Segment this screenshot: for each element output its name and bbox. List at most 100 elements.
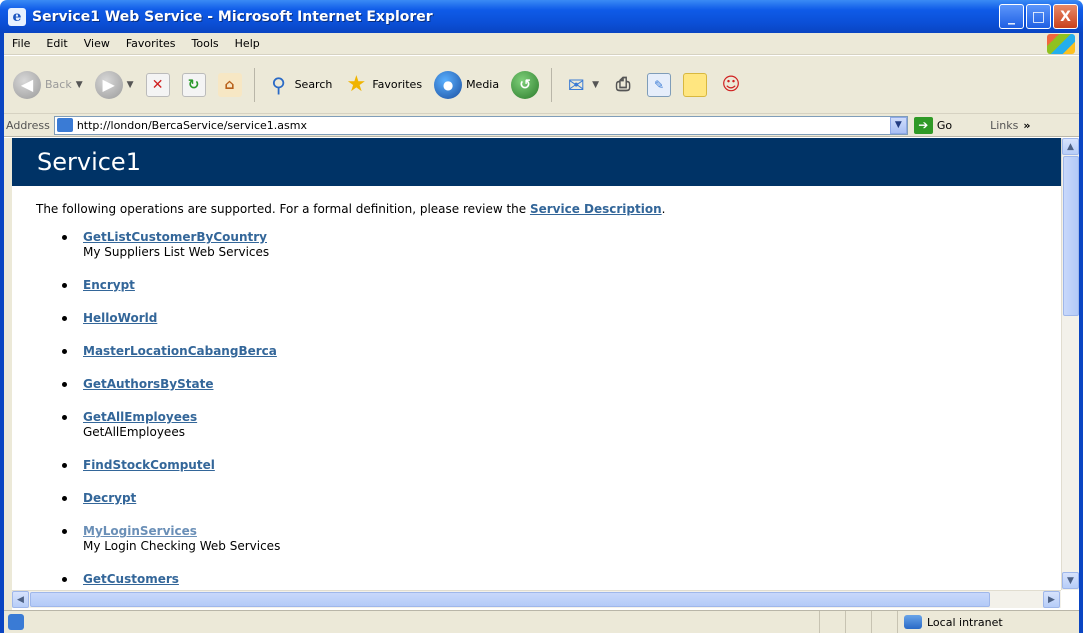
links-toolbar[interactable]: Links <box>990 119 1018 132</box>
media-icon: ● <box>434 70 463 99</box>
page-icon <box>56 118 73 132</box>
operation-item: GetAuthorsByState <box>62 377 1061 391</box>
operation-link[interactable]: MasterLocationCabangBerca <box>83 344 1061 358</box>
back-arrow-icon: ◀ <box>13 70 41 99</box>
toolbar-separator <box>253 67 255 102</box>
status-panel <box>871 611 897 633</box>
chevron-down-icon: ▼ <box>75 79 83 90</box>
address-dropdown-button[interactable]: ▼ <box>889 116 907 134</box>
operation-link[interactable]: Decrypt <box>83 491 1061 505</box>
window-title: Service1 Web Service - Microsoft Interne… <box>32 8 433 25</box>
status-panel <box>845 611 871 633</box>
horizontal-scroll-thumb[interactable] <box>30 592 990 607</box>
print-icon: ⎙ <box>615 74 631 95</box>
operation-link[interactable]: GetAuthorsByState <box>83 377 1061 391</box>
refresh-button[interactable]: ↻ <box>179 71 209 99</box>
menu-file[interactable]: File <box>4 37 38 50</box>
operation-item: GetCustomers <box>62 572 1061 586</box>
edit-button[interactable]: ✎ <box>644 71 674 99</box>
go-arrow-icon: ➔ <box>913 116 933 134</box>
back-label: Back <box>45 78 72 91</box>
security-zone-label: Local intranet <box>927 615 1003 629</box>
operation-link[interactable]: GetListCustomerByCountry <box>83 230 1061 244</box>
messenger-button[interactable]: ☺ <box>716 71 746 99</box>
content-frame-left <box>4 138 12 610</box>
title-bar: e Service1 Web Service - Microsoft Inter… <box>0 0 1083 33</box>
chevron-down-icon: ▼ <box>126 79 134 90</box>
operation-description: My Suppliers List Web Services <box>83 245 270 259</box>
maximize-button[interactable]: □ <box>1026 4 1051 29</box>
search-button[interactable]: ⚲ Search <box>264 71 336 99</box>
home-button[interactable]: ⌂ <box>215 71 245 99</box>
operation-item: GetAllEmployees GetAllEmployees <box>62 410 1061 439</box>
menu-help[interactable]: Help <box>227 37 268 50</box>
address-input[interactable]: http://london/BercaService/service1.asmx… <box>53 115 908 135</box>
intro-sentence: The following operations are supported. … <box>36 202 530 216</box>
service-description-link[interactable]: Service Description <box>530 202 662 216</box>
messenger-icon: ☺ <box>721 74 741 95</box>
standard-toolbar: ◀ Back ▼ ▶ ▼ ✕ ↻ ⌂ ⚲ Search ★ Favorites … <box>4 56 1079 114</box>
operation-link[interactable]: GetAllEmployees <box>83 410 1061 424</box>
operation-link[interactable]: Encrypt <box>83 278 1061 292</box>
operation-link[interactable]: GetCustomers <box>83 572 1061 586</box>
address-bar: Address http://london/BercaService/servi… <box>4 114 1079 137</box>
history-button[interactable]: ↺ <box>508 69 542 101</box>
edit-icon: ✎ <box>647 72 672 97</box>
menu-favorites[interactable]: Favorites <box>118 37 184 50</box>
operation-item: MyLoginServices My Login Checking Web Se… <box>62 524 1061 553</box>
back-button[interactable]: ◀ Back ▼ <box>10 69 86 101</box>
stop-button[interactable]: ✕ <box>143 71 173 99</box>
search-icon: ⚲ <box>271 72 286 97</box>
status-panels: Local intranet <box>819 611 1079 633</box>
discuss-button[interactable] <box>680 71 710 99</box>
operation-item: Decrypt <box>62 491 1061 505</box>
menu-edit[interactable]: Edit <box>38 37 75 50</box>
page-status-icon <box>8 614 24 630</box>
refresh-icon: ↻ <box>181 72 206 97</box>
print-button[interactable]: ⎙ <box>608 71 638 99</box>
media-button[interactable]: ● Media <box>431 69 502 101</box>
stop-icon: ✕ <box>145 72 170 97</box>
horizontal-scrollbar[interactable]: ◀ ▶ <box>12 590 1061 608</box>
favorites-star-icon: ★ <box>346 72 367 97</box>
toolbar-separator <box>551 67 553 102</box>
chevron-right-icon[interactable]: » <box>1023 119 1030 132</box>
home-icon: ⌂ <box>217 72 242 97</box>
scroll-down-button[interactable]: ▼ <box>1062 572 1079 589</box>
operation-item: HelloWorld <box>62 311 1061 325</box>
address-url[interactable]: http://london/BercaService/service1.asmx <box>77 119 890 132</box>
scroll-up-button[interactable]: ▲ <box>1062 138 1079 155</box>
vertical-scrollbar[interactable]: ▲ ▼ <box>1061 138 1079 590</box>
scroll-left-button[interactable]: ◀ <box>12 591 29 608</box>
operation-link[interactable]: HelloWorld <box>83 311 1061 325</box>
operation-link[interactable]: FindStockComputel <box>83 458 1061 472</box>
operation-description: My Login Checking Web Services <box>83 539 281 553</box>
history-icon: ↺ <box>511 70 540 99</box>
favorites-button[interactable]: ★ Favorites <box>341 71 425 99</box>
page-content: Service1 The following operations are su… <box>12 138 1061 590</box>
menu-bar: File Edit View Favorites Tools Help <box>4 33 1079 55</box>
forward-button[interactable]: ▶ ▼ <box>92 69 137 101</box>
intro-period: . <box>661 202 666 216</box>
page-heading-band: Service1 <box>12 138 1061 186</box>
minimize-button[interactable]: _ <box>999 4 1024 29</box>
windows-logo-icon <box>1047 34 1075 54</box>
chevron-down-icon: ▼ <box>592 79 600 90</box>
scroll-right-button[interactable]: ▶ <box>1043 591 1060 608</box>
security-zone[interactable]: Local intranet <box>897 611 1079 633</box>
operation-link[interactable]: MyLoginServices <box>83 524 1061 538</box>
operation-description: GetAllEmployees <box>83 425 185 439</box>
operation-item: Encrypt <box>62 278 1061 292</box>
status-bar: Local intranet <box>4 610 1079 633</box>
close-button[interactable]: X <box>1053 4 1078 29</box>
intro-text: The following operations are supported. … <box>36 202 1061 216</box>
window-frame-right <box>1079 33 1083 633</box>
go-button[interactable]: ➔ Go <box>913 116 952 134</box>
vertical-scroll-thumb[interactable] <box>1063 156 1079 316</box>
intranet-icon <box>904 615 922 629</box>
menu-tools[interactable]: Tools <box>184 37 227 50</box>
mail-button[interactable]: ✉ ▼ <box>561 71 602 99</box>
ie-window-icon[interactable]: e <box>8 7 26 26</box>
mail-icon: ✉ <box>567 72 585 97</box>
menu-view[interactable]: View <box>76 37 118 50</box>
